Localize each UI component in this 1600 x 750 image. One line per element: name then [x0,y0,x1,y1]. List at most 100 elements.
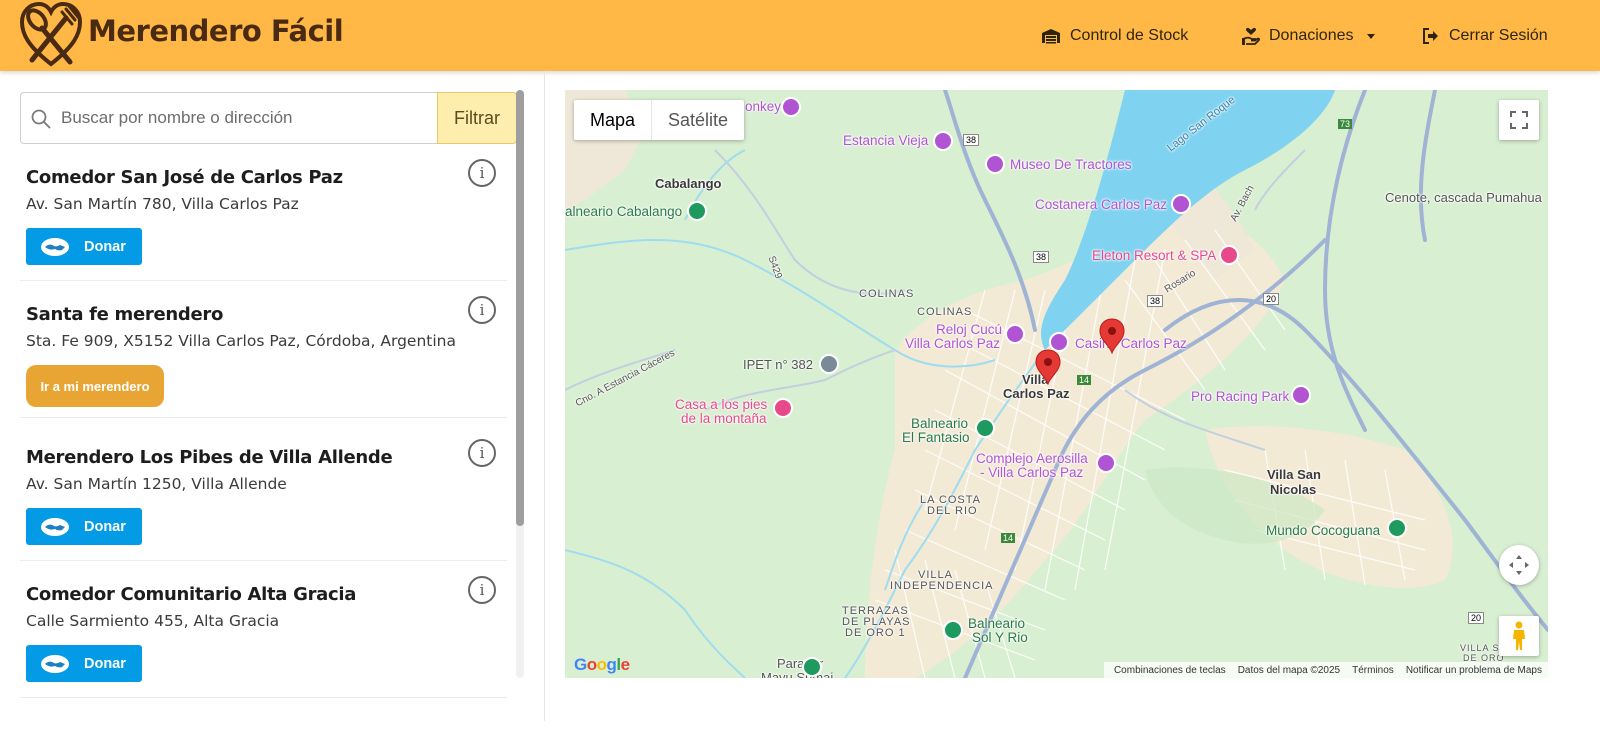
poi-marker-icon[interactable] [975,418,995,438]
search-input[interactable] [61,93,431,143]
merendero-list[interactable]: Comedor San José de Carlos Paz Av. San M… [20,144,507,750]
map-label-villa-sn-1[interactable]: Villa San [1267,467,1321,482]
map-label-sol-rio-1[interactable]: Balneario [968,616,1025,631]
map-label-museo[interactable]: Museo De Tractores [1010,157,1132,172]
poi-marker-icon[interactable] [802,657,822,677]
map-label-casa-1[interactable]: Casa a los pies [675,397,767,412]
search-bar: Filtrar [20,92,517,144]
map-label-aerosilla-2[interactable]: - Villa Carlos Paz [980,465,1083,480]
nav-stock-label: Control de Stock [1070,27,1189,44]
poi-marker-icon[interactable] [773,398,793,418]
street-view-pegman-button[interactable] [1499,616,1539,656]
poi-marker-icon[interactable] [1387,518,1407,538]
map-type-map-button[interactable]: Mapa [574,100,653,140]
camera-move-icon [1509,555,1529,575]
route-shield: 38 [1147,295,1164,307]
handshake-icon [41,517,69,536]
map-label-eleton[interactable]: Eleton Resort & SPA [1092,248,1216,263]
google-logo[interactable]: Google [574,655,630,675]
merendero-card: Santa fe merendero Sta. Fe 909, X5152 Vi… [20,281,507,418]
map-label-colinas-a[interactable]: COLINAS [859,288,914,300]
merendero-name: Comedor Comunitario Alta Gracia [26,584,357,605]
map-label-aerosilla-1[interactable]: Complejo Aerosilla [976,451,1088,466]
keyboard-shortcuts-link[interactable]: Combinaciones de teclas [1114,665,1226,676]
map-label-sol-rio-2[interactable]: Sol Y Rio [972,630,1028,645]
poi-marker-icon[interactable] [1219,245,1239,265]
poi-marker-icon[interactable] [1005,324,1025,344]
map-label-costa-rio-2[interactable]: DEL RIO [927,505,978,517]
map-label-balneario-ef-1[interactable]: Balneario [911,416,968,431]
map-label-colinas-b[interactable]: COLINAS [917,306,972,318]
list-scroll-thumb[interactable] [516,90,524,526]
merendero-name: Merendero Los Pibes de Villa Allende [26,447,393,468]
map-label-casa-2[interactable]: de la montaña [681,411,767,426]
route-shield: 73 [1338,119,1353,129]
map-label-villa-cp-2[interactable]: Carlos Paz [1003,386,1069,401]
handshake-icon [41,654,69,673]
nav-logout-link[interactable]: Cerrar Sesión [1422,24,1548,48]
map-label-balneario-ef-2[interactable]: El Fantasio [902,430,970,445]
info-icon[interactable]: i [468,159,496,187]
map-label-villa-sn-2[interactable]: Nicolas [1270,482,1316,497]
map-label-mundo-cocoguana[interactable]: Mundo Cocoguana [1266,523,1380,538]
map-label-terrazas-3[interactable]: DE ORO 1 [845,627,906,639]
donate-button[interactable]: Donar [26,228,142,265]
list-scrollbar[interactable] [516,90,524,678]
map-label-parador-2[interactable]: Mayu Sumaj [761,670,833,678]
info-icon[interactable]: i [468,576,496,604]
google-logo-e: e [620,655,630,674]
google-logo-g: G [574,655,587,674]
poi-marker-icon[interactable] [985,154,1005,174]
map-attribution: Combinaciones de teclas Datos del mapa ©… [1103,662,1548,678]
map-label-costanera[interactable]: Costanera Carlos Paz [1035,197,1167,212]
map-label-reloj-villa[interactable]: Villa Carlos Paz [905,336,1000,351]
donate-label: Donar [84,518,126,535]
merendero-marker-icon[interactable] [1099,318,1125,354]
merendero-address: Av. San Martín 1250, Villa Allende [26,475,287,493]
filter-button[interactable]: Filtrar [437,92,517,144]
poi-marker-icon[interactable] [933,131,953,151]
info-icon[interactable]: i [468,439,496,467]
poi-marker-icon[interactable] [819,354,839,374]
map-label-cenote[interactable]: Cenote, cascada Pumahua [1385,190,1542,205]
map-label-ipet[interactable]: IPET n° 382 [743,357,813,372]
nav-donations-dropdown[interactable]: Donaciones [1242,24,1375,48]
merendero-address: Sta. Fe 909, X5152 Villa Carlos Paz, Cór… [26,332,456,350]
info-icon[interactable]: i [468,296,496,324]
terms-link[interactable]: Términos [1352,665,1394,676]
fullscreen-button[interactable] [1499,100,1539,140]
merendero-card: Merendero Los Pibes de Villa Allende Av.… [20,424,507,561]
map-label-estancia-vieja[interactable]: Estancia Vieja [843,133,928,148]
search-field [20,92,437,144]
map-label-balneario-cabalango[interactable]: alneario Cabalango [565,204,682,219]
chevron-down-icon [1366,33,1375,39]
google-map[interactable]: onkey Estancia Vieja Museo De Tractores … [565,90,1548,678]
map-label-cabalango[interactable]: Cabalango [655,176,721,191]
merendero-address: Calle Sarmiento 455, Alta Gracia [26,612,280,630]
merendero-marker-icon[interactable] [1035,349,1061,385]
poi-marker-icon[interactable] [1291,385,1311,405]
report-problem-link[interactable]: Notificar un problema de Maps [1406,665,1542,676]
poi-marker-icon[interactable] [1096,453,1116,473]
heart-utensils-logo-icon[interactable] [20,2,82,68]
nav-stock-link[interactable]: Control de Stock [1041,24,1188,48]
map-label-reloj-cucu[interactable]: Reloj Cucú [936,322,1002,337]
merendero-sidebar: Filtrar Comedor San José de Carlos Paz A… [0,71,545,721]
donate-button[interactable]: Donar [26,508,142,545]
brand-title[interactable]: Merendero Fácil [88,14,344,48]
camera-control-button[interactable] [1499,545,1539,585]
donate-button[interactable]: Donar [26,645,142,682]
map-type-satellite-button[interactable]: Satélite [652,100,744,140]
map-label-pro-racing[interactable]: Pro Racing Park [1191,389,1289,404]
map-label-independencia-2[interactable]: INDEPENDENCIA [890,580,993,592]
map-label-monkey[interactable]: onkey [745,99,781,114]
poi-marker-icon[interactable] [1171,194,1191,214]
map-data-text: Datos del mapa ©2025 [1237,664,1341,676]
map-label-casino[interactable]: Casino Carlos Paz [1075,336,1187,351]
poi-marker-icon[interactable] [687,201,707,221]
map-label-villa-sl-1[interactable]: VILLA SI [1460,643,1503,653]
poi-marker-icon[interactable] [943,620,963,640]
poi-marker-icon[interactable] [781,97,801,117]
donate-label: Donar [84,655,126,672]
go-to-my-merendero-button[interactable]: Ir a mi merendero [26,365,164,407]
